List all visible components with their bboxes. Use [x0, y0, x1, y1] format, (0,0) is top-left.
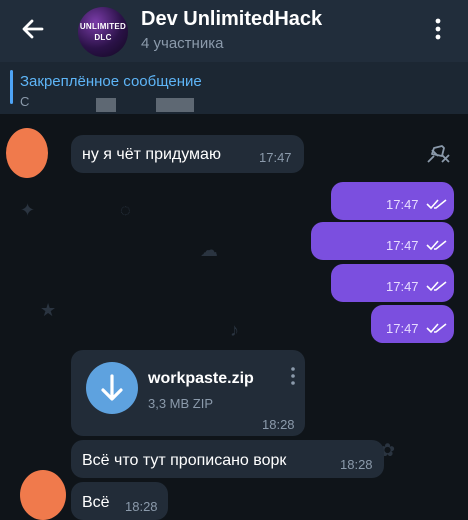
chat-title[interactable]: Dev UnlimitedHack: [141, 8, 322, 31]
redacted-block: [156, 98, 194, 112]
more-vertical-icon[interactable]: [430, 16, 446, 42]
chat-header: UNLIMITED DLC Dev UnlimitedHack 4 участн…: [0, 0, 468, 62]
message-time: 17:47: [259, 150, 292, 165]
background-doodle: ☁: [200, 240, 218, 260]
arrow-left-icon[interactable]: [18, 14, 48, 44]
redacted-sender-avatar[interactable]: [20, 470, 66, 520]
message-text: Всё что тут прописано ворк: [82, 452, 287, 469]
redacted-sender-avatar[interactable]: [6, 128, 48, 178]
pinned-preview: С: [20, 94, 30, 109]
background-doodle: ♪: [230, 320, 239, 340]
background-doodle: ◌: [120, 200, 131, 220]
file-more-icon[interactable]: [288, 366, 298, 386]
read-receipt-icon: [426, 323, 447, 334]
message-time: 17:47: [386, 321, 419, 336]
message-time: 18:28: [340, 457, 373, 472]
file-size: 3,3 MB ZIP: [148, 396, 214, 411]
group-avatar[interactable]: UNLIMITED DLC: [78, 7, 128, 57]
read-receipt-icon: [426, 240, 447, 251]
file-download-button[interactable]: [86, 362, 138, 414]
message-time: 17:47: [386, 279, 419, 294]
redacted-block: [96, 98, 116, 112]
message-text: Всё: [82, 494, 110, 511]
read-receipt-icon: [426, 281, 447, 292]
download-icon: [101, 374, 123, 401]
pinned-title: Закреплённое сообщение: [20, 73, 202, 90]
pinned-message-bar[interactable]: Закреплённое сообщение С: [0, 62, 468, 163]
file-name[interactable]: workpaste.zip: [148, 370, 254, 388]
member-count: 4 участника: [141, 35, 224, 52]
message-time: 18:28: [125, 499, 158, 514]
message-time: 18:28: [262, 417, 295, 432]
background-doodle: ✦: [20, 200, 36, 220]
avatar-text-bottom: DLC: [94, 33, 112, 42]
unpin-icon[interactable]: [422, 142, 452, 166]
read-receipt-icon: [426, 199, 447, 210]
message-time: 17:47: [386, 238, 419, 253]
background-doodle: ★: [40, 300, 57, 320]
avatar-text-top: UNLIMITED: [79, 22, 127, 31]
message-text: ну я чёт придумаю: [82, 146, 221, 163]
pinned-indicator: [10, 70, 13, 104]
message-time: 17:47: [386, 197, 419, 212]
